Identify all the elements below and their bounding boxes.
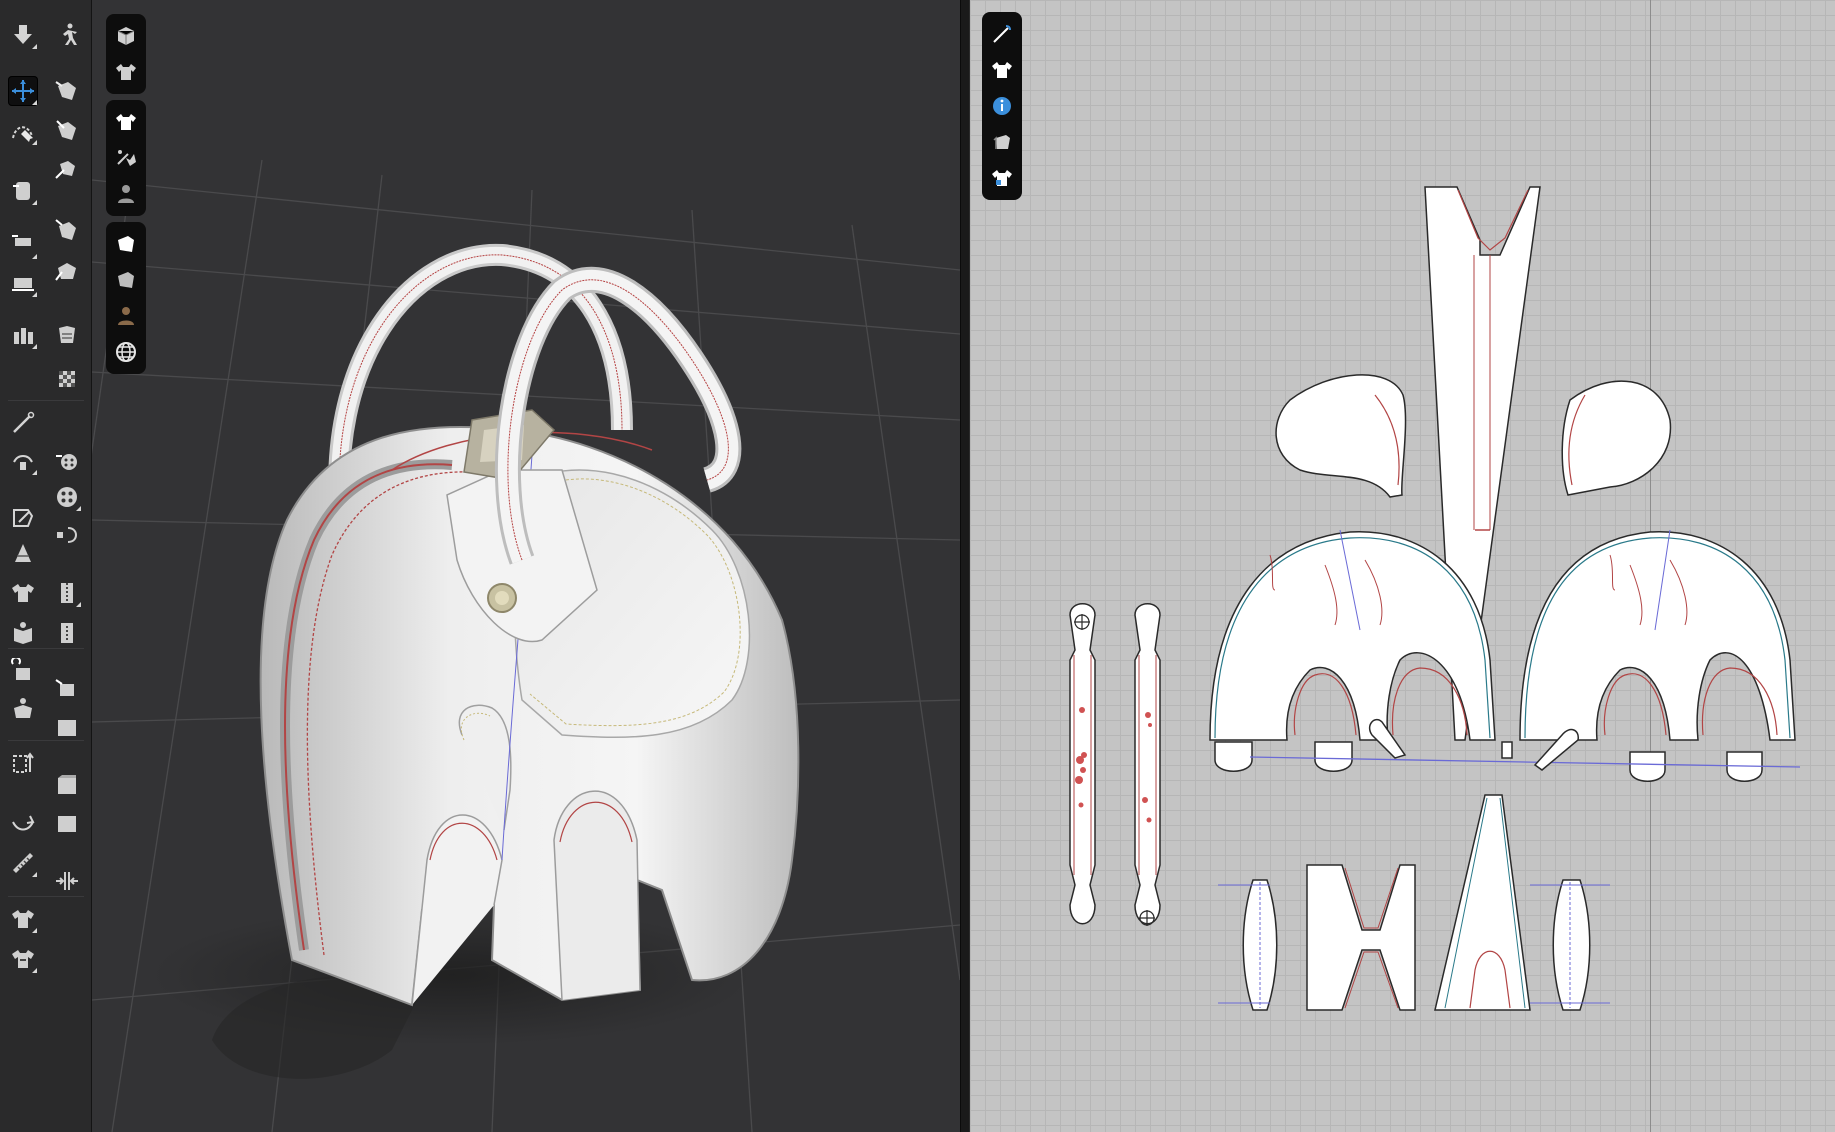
info-icon[interactable] [982, 88, 1022, 124]
garment-icon[interactable] [106, 104, 146, 140]
pattern-piece-ear-left [1275, 374, 1407, 498]
garment-measure-icon[interactable] [8, 944, 38, 974]
block-tool-2-icon[interactable] [52, 808, 82, 838]
garment-fit-icon[interactable] [8, 904, 38, 934]
pattern-piece-bottom-h [1306, 864, 1416, 1011]
skin-icon[interactable] [106, 298, 146, 334]
puckering-icon[interactable] [52, 618, 82, 648]
viewport-3d[interactable] [92, 0, 960, 1132]
buttonhole-icon[interactable] [52, 482, 82, 512]
zipper-icon[interactable] [52, 578, 82, 608]
fold-arrangement-icon[interactable] [52, 76, 82, 106]
pattern-piece-foot [1629, 751, 1666, 782]
lock-zipper-icon[interactable] [52, 520, 82, 550]
texture-view-icon[interactable] [106, 262, 146, 298]
trim-icon[interactable] [52, 674, 82, 704]
avatar-garment-icon[interactable] [106, 54, 146, 90]
palette-divider [8, 400, 84, 401]
palette-divider [8, 896, 84, 897]
select-mesh-icon[interactable] [52, 216, 82, 246]
window-splitter[interactable] [960, 0, 970, 1132]
measure-icon[interactable] [8, 810, 38, 840]
palette-divider [8, 740, 84, 741]
global-icon[interactable] [106, 334, 146, 370]
size-tool-icon[interactable] [52, 866, 82, 896]
free-sewing-icon[interactable] [8, 176, 38, 206]
simulate-icon[interactable] [52, 20, 82, 50]
fabric-block-icon[interactable] [52, 712, 82, 742]
pattern-piece-body-right [1519, 531, 1796, 741]
scene-3d[interactable] [92, 0, 960, 1132]
shirt-lock-icon[interactable] [982, 160, 1022, 196]
avatar-tool-icon[interactable] [8, 694, 38, 724]
view-toolbar-group-1 [106, 14, 146, 94]
fabric-icon[interactable] [106, 226, 146, 262]
cube-icon[interactable] [106, 18, 146, 54]
avatar-pose-icon[interactable] [8, 320, 38, 350]
pattern-piece-foot [1314, 741, 1353, 772]
sewing-lines-icon[interactable] [106, 140, 146, 176]
checker-icon[interactable] [52, 364, 82, 394]
segment-sewing-icon[interactable] [52, 116, 82, 146]
tack-icon[interactable] [8, 230, 38, 260]
pin-icon[interactable] [8, 268, 38, 298]
pattern-window-2d[interactable] [970, 0, 1835, 1132]
needle-tool-icon[interactable] [8, 408, 38, 438]
fold-tool-icon[interactable] [8, 446, 38, 476]
layers-icon[interactable] [982, 124, 1022, 160]
transform-gizmo-icon[interactable] [8, 76, 38, 106]
pattern-piece-foot [1214, 741, 1253, 772]
palette-divider [8, 648, 84, 649]
pattern-piece-ear-right [1561, 380, 1672, 496]
pattern-toolbar [982, 12, 1022, 200]
shirt-tool-icon[interactable] [8, 578, 38, 608]
view-toolbar-group-2 [106, 100, 146, 216]
pattern-piece-bottom-lens-right [1552, 879, 1591, 1011]
texture-icon[interactable] [52, 320, 82, 350]
book-icon[interactable] [8, 618, 38, 648]
shirt-icon[interactable] [982, 52, 1022, 88]
arrangement-icon[interactable] [52, 154, 82, 184]
needle-icon[interactable] [982, 16, 1022, 52]
button-icon[interactable] [52, 446, 82, 476]
avatar-measure-icon[interactable] [8, 538, 38, 568]
edit-curve-icon[interactable] [8, 116, 38, 146]
tool-palette [0, 0, 92, 1132]
ruler-icon[interactable] [8, 848, 38, 878]
avatar-icon[interactable] [106, 176, 146, 212]
pattern-edit-icon[interactable] [8, 502, 38, 532]
elastic-icon[interactable] [8, 656, 38, 686]
view-toolbar-group-3 [106, 222, 146, 374]
block-tool-icon[interactable] [52, 770, 82, 800]
drop-icon[interactable] [8, 20, 38, 50]
pattern-pieces[interactable] [970, 0, 1835, 1132]
brush-icon[interactable] [52, 256, 82, 286]
info-tool-icon[interactable] [8, 748, 38, 778]
